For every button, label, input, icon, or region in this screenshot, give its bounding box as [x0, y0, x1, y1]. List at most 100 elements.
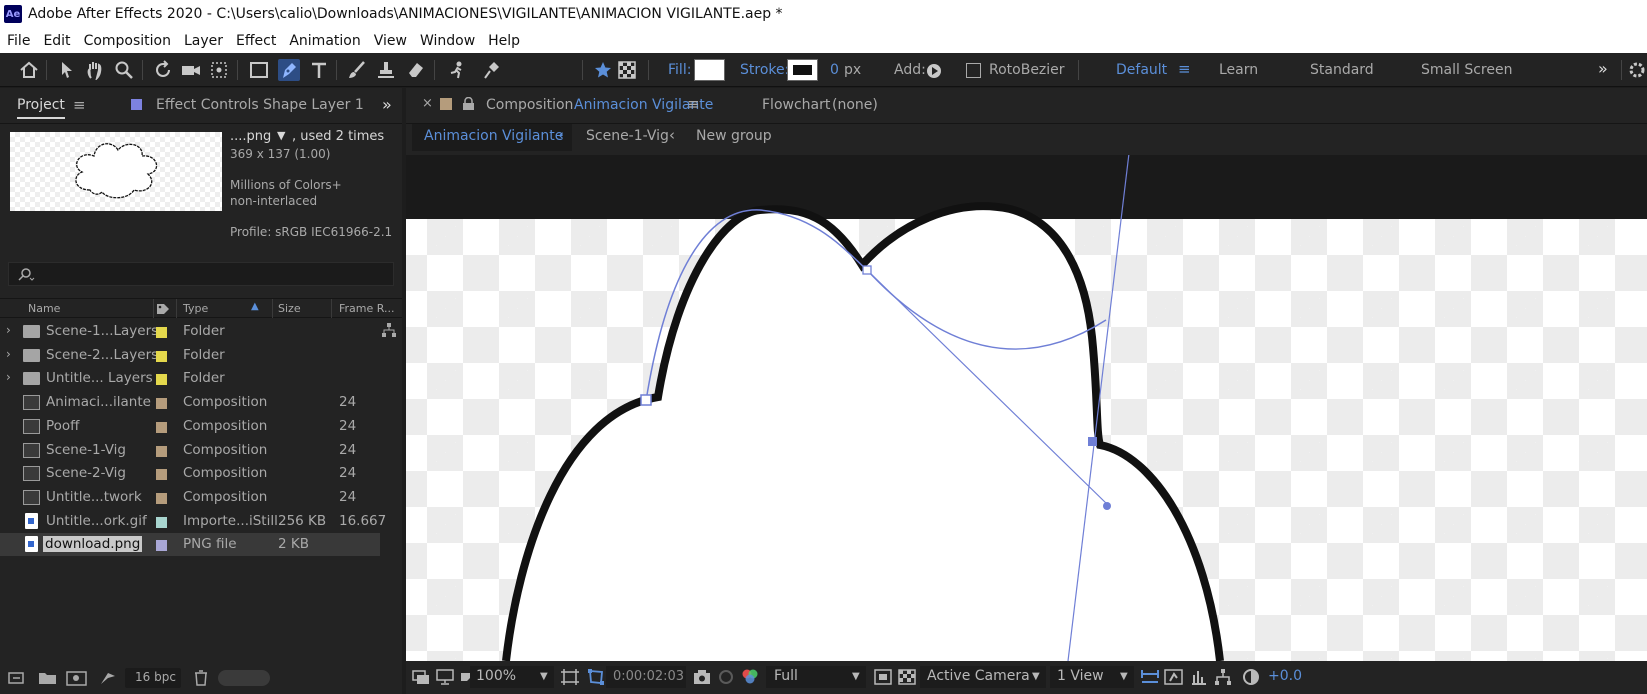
show-snapshot-icon[interactable]	[717, 669, 735, 685]
table-row[interactable]: Scene-2-Vig Composition 24	[0, 462, 380, 485]
zoom-tool-icon[interactable]	[113, 59, 135, 81]
item-name[interactable]: Scene-1-Vig	[46, 442, 126, 458]
path-vertex[interactable]	[862, 265, 872, 275]
always-preview-icon[interactable]	[412, 669, 430, 685]
rotobezier-checkbox[interactable]	[966, 63, 981, 78]
add-play-icon[interactable]	[927, 64, 941, 78]
project-bit-depth[interactable]: 16 bpc	[135, 670, 176, 684]
menu-file[interactable]: File	[0, 33, 36, 49]
item-name[interactable]: Animaci...ilante	[46, 394, 151, 410]
monitor-icon[interactable]	[436, 669, 454, 685]
menu-composition[interactable]: Composition	[77, 33, 177, 49]
breadcrumb-scene-1-vig[interactable]: Scene-1-Vig	[586, 128, 669, 144]
item-label-color[interactable]	[156, 516, 167, 528]
menu-animation[interactable]: Animation	[282, 33, 366, 49]
region-of-interest-icon[interactable]	[874, 669, 892, 685]
flowchart-icon[interactable]	[381, 322, 397, 338]
flowchart-bolt-icon[interactable]	[98, 670, 118, 686]
menu-window[interactable]: Window	[413, 33, 481, 49]
item-name[interactable]: Untitle...ork.gif	[46, 513, 147, 529]
snapshot-camera-icon[interactable]	[693, 669, 711, 685]
project-panel-menu-icon[interactable]: ≡	[73, 96, 86, 114]
label-tag-icon[interactable]	[155, 302, 171, 316]
workspace-learn[interactable]: Learn	[1219, 62, 1258, 78]
brush-tool-icon[interactable]	[346, 59, 368, 81]
table-row[interactable]: › Scene-2...Layers Folder	[0, 344, 380, 367]
bezier-handle-point[interactable]	[1103, 502, 1111, 510]
composition-viewer[interactable]	[406, 155, 1647, 661]
table-row[interactable]: › Scene-1...Layers Folder	[0, 320, 380, 343]
table-row[interactable]: Scene-1-Vig Composition 24	[0, 439, 380, 462]
column-frame-rate[interactable]: Frame R...	[339, 302, 395, 315]
transparency-grid-icon[interactable]	[898, 669, 916, 685]
workspace-standard[interactable]: Standard	[1310, 62, 1374, 78]
puppet-pin-tool-icon[interactable]	[480, 59, 502, 81]
shape-overlay[interactable]	[406, 155, 1647, 661]
menu-view[interactable]: View	[367, 33, 413, 49]
close-tab-icon[interactable]: ×	[422, 96, 433, 111]
type-tool-icon[interactable]	[308, 59, 330, 81]
stroke-color-swatch[interactable]	[787, 59, 818, 81]
workspace-small-screen[interactable]: Small Screen	[1421, 62, 1512, 78]
table-row[interactable]: Animaci...ilante Composition 24	[0, 391, 380, 414]
item-name[interactable]: Untitle...twork	[46, 489, 142, 505]
delete-trash-icon[interactable]	[192, 669, 210, 687]
item-label-color[interactable]	[156, 374, 167, 386]
home-icon[interactable]	[18, 59, 40, 81]
selection-tool-icon[interactable]	[56, 59, 78, 81]
path-vertex[interactable]	[640, 394, 652, 406]
fast-previews-icon[interactable]	[1164, 668, 1184, 686]
stroke-label[interactable]: Stroke:	[740, 62, 789, 78]
hand-tool-icon[interactable]	[84, 59, 106, 81]
table-row[interactable]: Pooff Composition 24	[0, 415, 380, 438]
mask-visibility-icon[interactable]	[586, 667, 606, 687]
camera-value[interactable]: Active Camera	[927, 668, 1030, 684]
item-label-color[interactable]	[156, 350, 167, 362]
exposure-value[interactable]: +0.0	[1268, 668, 1302, 684]
tab-project[interactable]: Project	[17, 97, 65, 119]
workspace-menu-icon[interactable]: ≡	[1178, 60, 1191, 78]
menu-edit[interactable]: Edit	[36, 33, 76, 49]
new-folder-icon[interactable]	[38, 670, 58, 686]
choose-grid-icon[interactable]	[560, 668, 580, 686]
workspace-default[interactable]: Default	[1116, 62, 1167, 78]
stroke-width-value[interactable]: 0	[830, 62, 839, 78]
item-label-color[interactable]	[156, 398, 167, 410]
search-help-icon[interactable]	[1626, 59, 1647, 81]
column-type[interactable]: Type	[183, 302, 208, 315]
menu-help[interactable]: Help	[481, 33, 526, 49]
expand-chevron-icon[interactable]: ›	[6, 370, 11, 384]
table-row[interactable]: › Untitle... Layers Folder	[0, 367, 380, 390]
breadcrumb-new-group[interactable]: New group	[696, 128, 772, 144]
table-row[interactable]: download.png PNG file 2 KB	[0, 533, 380, 557]
item-name[interactable]: Scene-2-Vig	[46, 465, 126, 481]
item-label-color[interactable]	[156, 469, 167, 481]
more-workspaces-icon[interactable]: »	[1598, 59, 1608, 78]
tab-effect-controls[interactable]: Effect Controls Shape Layer 1	[156, 97, 364, 113]
expand-chevron-icon[interactable]: ›	[6, 347, 11, 361]
footage-dropdown-icon[interactable]: ▼	[277, 129, 285, 142]
views-value[interactable]: 1 View	[1057, 668, 1104, 684]
timeline-icon[interactable]	[1190, 668, 1208, 686]
reset-exposure-icon[interactable]	[1242, 668, 1260, 686]
composition-tab-prefix[interactable]: Composition	[486, 97, 573, 113]
path-vertex-selected[interactable]	[1088, 437, 1097, 446]
eraser-tool-icon[interactable]	[405, 59, 427, 81]
column-name[interactable]: Name	[28, 302, 60, 315]
item-name[interactable]: Scene-1...Layers	[46, 323, 158, 339]
roto-brush-tool-icon[interactable]	[446, 59, 468, 81]
pan-behind-tool-icon[interactable]	[208, 59, 230, 81]
zoom-value[interactable]: 100%	[476, 668, 516, 684]
comp-flowchart-icon[interactable]	[1214, 668, 1232, 686]
project-search-input[interactable]	[8, 262, 394, 286]
camera-tool-icon[interactable]	[180, 59, 202, 81]
table-row[interactable]: Untitle...twork Composition 24	[0, 486, 380, 509]
tool-creates-mask-icon[interactable]	[616, 59, 638, 81]
thumbnail-transparency-slider[interactable]	[218, 670, 270, 686]
composition-panel-menu-icon[interactable]: ≡	[687, 95, 700, 113]
breadcrumb-animacion-vigilante[interactable]: Animacion Vigilante	[424, 128, 563, 144]
tool-creates-shape-icon[interactable]	[592, 59, 614, 81]
new-composition-icon[interactable]	[66, 670, 88, 686]
rotate-tool-icon[interactable]	[152, 59, 174, 81]
fill-label[interactable]: Fill:	[668, 62, 691, 78]
